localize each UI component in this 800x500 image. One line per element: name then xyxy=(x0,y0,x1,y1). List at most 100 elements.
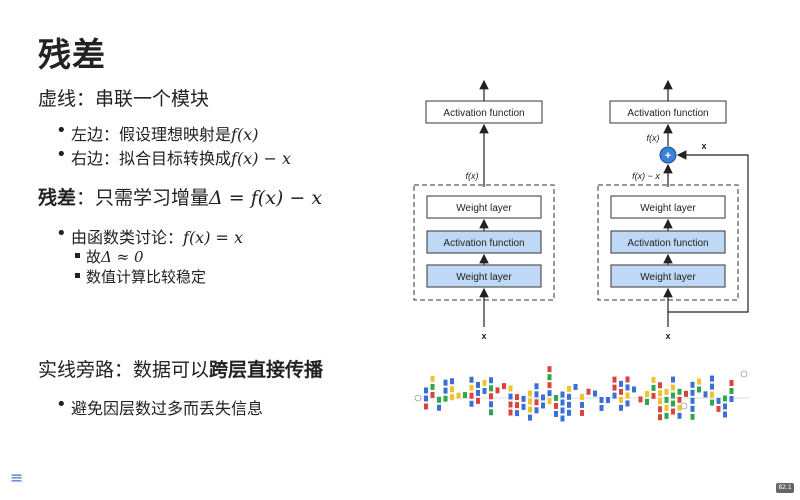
thumbnail-layer-block xyxy=(554,410,558,417)
thumbnail-layer-block xyxy=(580,401,584,408)
thumbnail-layer-block xyxy=(430,375,435,382)
thumbnail-layer-block xyxy=(716,397,721,404)
thumbnail-layer-block xyxy=(489,385,493,392)
thumbnail-layer-block xyxy=(528,390,532,397)
thumbnail-layer-block xyxy=(515,402,519,409)
thumbnail-layer-block xyxy=(508,385,513,392)
thumbnail-layer-block xyxy=(489,409,493,416)
thumbnail-layer-block xyxy=(599,396,604,403)
thumbnail-layer-block xyxy=(710,375,714,382)
thumbnail-output-node-2 xyxy=(680,402,688,410)
bullet-right: 右边：拟合目标转换成f(x) − x xyxy=(56,144,292,169)
thumbnail-layer-block xyxy=(450,386,454,393)
thumbnail-layer-block xyxy=(554,402,558,409)
thumbnail-layer-block xyxy=(521,403,526,410)
thumbnail-layer-block xyxy=(671,400,675,407)
thumbnail-layer-block xyxy=(482,387,487,394)
thumbnail-layer-block xyxy=(729,396,734,403)
thumbnail-layer-block xyxy=(690,389,695,396)
thumbnail-layer-block xyxy=(476,389,480,396)
plain-block: Activation function f(x) Weight layer Ac… xyxy=(413,79,555,341)
thumbnail-layer-block xyxy=(671,392,675,399)
thumbnail-layer-block xyxy=(521,395,526,402)
thumbnail-layer-block xyxy=(651,384,656,391)
thumbnail-layer-block xyxy=(671,376,675,383)
thumbnail-layer-block xyxy=(677,412,682,419)
right-fx-label: f(x) xyxy=(647,133,660,143)
thumbnail-layer-block xyxy=(567,409,571,416)
thumbnail-layer-block xyxy=(703,391,708,398)
left-weight-layer-top-label: Weight layer xyxy=(456,203,512,214)
thumbnail-layer-block xyxy=(599,404,604,411)
thumbnail-layer-block xyxy=(560,415,565,422)
thumbnail-layer-block xyxy=(723,411,727,418)
sub-bullet-delta-text: 故 xyxy=(86,248,102,266)
thumbnail-layer-block xyxy=(554,394,558,401)
residual-term: 残差 xyxy=(38,187,77,209)
thumbnail-layer-block xyxy=(469,392,474,399)
thumbnail-layer-block xyxy=(424,395,428,402)
thumbnail-output-node-1 xyxy=(740,370,748,378)
bullet-left-text: 左边：假设理想映射是 xyxy=(71,125,232,144)
thumbnail-layer-block xyxy=(612,392,617,399)
right-weight-layer-bottom-label: Weight layer xyxy=(640,272,696,283)
thumbnail-layer-block xyxy=(586,388,591,395)
thumbnail-layer-block xyxy=(619,396,623,403)
slide-title: 残差 xyxy=(38,35,106,74)
thumbnail-layer-block xyxy=(690,405,695,412)
thumbnail-layer-block xyxy=(664,404,669,411)
thumbnail-layer-block xyxy=(450,378,454,385)
bullet-left: 左边：假设理想映射是f(x) xyxy=(56,120,258,145)
residual-block: Activation function f(x) + f(x) − x Weig… xyxy=(597,79,749,341)
bullet-right-text: 右边：拟合目标转换成 xyxy=(71,149,232,168)
menu-icon[interactable]: ≡ xyxy=(10,470,23,486)
thumbnail-layer-block xyxy=(541,402,545,409)
thumbnail-layer-block xyxy=(495,387,500,394)
thumbnail-layer-block xyxy=(671,384,675,391)
right-top-activation-label: Activation function xyxy=(627,108,708,119)
thumbnail-layer-block xyxy=(560,407,565,414)
thumbnail-layer-block xyxy=(437,396,441,403)
thumbnail-layer-block xyxy=(547,390,552,397)
thumbnail-layer-block xyxy=(690,413,695,420)
thumbnail-layer-block xyxy=(645,390,649,397)
section2-heading: 残差：只需学习增量Δ = f(x) − x xyxy=(38,183,322,210)
thumbnail-layer-block xyxy=(690,397,695,404)
bullet-function-class-text: 由函数类讨论： xyxy=(71,228,184,247)
plus-sign: + xyxy=(665,150,671,162)
thumbnail-layer-block xyxy=(489,377,493,384)
thumbnail-layer-block xyxy=(534,407,539,414)
thumbnail-layer-block xyxy=(625,376,630,383)
thumbnail-layer-block xyxy=(710,383,714,390)
thumbnail-layer-block xyxy=(658,382,662,389)
right-residual-label: f(x) − x xyxy=(632,171,660,181)
section2-heading-math: Δ = f(x) − x xyxy=(209,187,323,209)
thumbnail-layer-block xyxy=(508,393,513,400)
thumbnail-layer-block xyxy=(723,403,727,410)
thumbnail-layer-block xyxy=(489,393,493,400)
sub-bullet-stable-text: 数值计算比较稳定 xyxy=(86,268,207,286)
bullet-avoid-loss: 避免因层数过多而丢失信息 xyxy=(56,394,263,419)
thumbnail-layer-block xyxy=(677,396,682,403)
thumbnail-layer-block xyxy=(690,381,695,388)
thumbnail-layer-block xyxy=(606,396,610,403)
thumbnail-layer-block xyxy=(515,410,519,417)
thumbnail-layer-block xyxy=(697,378,701,385)
thumbnail-layer-block xyxy=(489,401,493,408)
thumbnail-layer-block xyxy=(664,396,669,403)
right-activation-label: Activation function xyxy=(627,238,708,249)
thumbnail-layer-block xyxy=(456,392,461,399)
thumbnail-layer-block xyxy=(619,404,623,411)
thumbnail-layer-block xyxy=(430,391,435,398)
thumbnail-layer-block xyxy=(625,400,630,407)
thumbnail-layer-block xyxy=(508,401,513,408)
left-input-label: x xyxy=(481,331,486,341)
thumbnail-layer-block xyxy=(443,379,448,386)
thumbnail-layer-block xyxy=(547,374,552,381)
bullet-right-math: f(x) − x xyxy=(231,149,292,168)
thumbnail-layer-block xyxy=(632,386,636,393)
thumbnail-layer-block xyxy=(658,390,662,397)
thumbnail-blocks xyxy=(424,366,734,422)
thumbnail-layer-block xyxy=(528,414,532,421)
thumbnail-layer-block xyxy=(723,395,727,402)
